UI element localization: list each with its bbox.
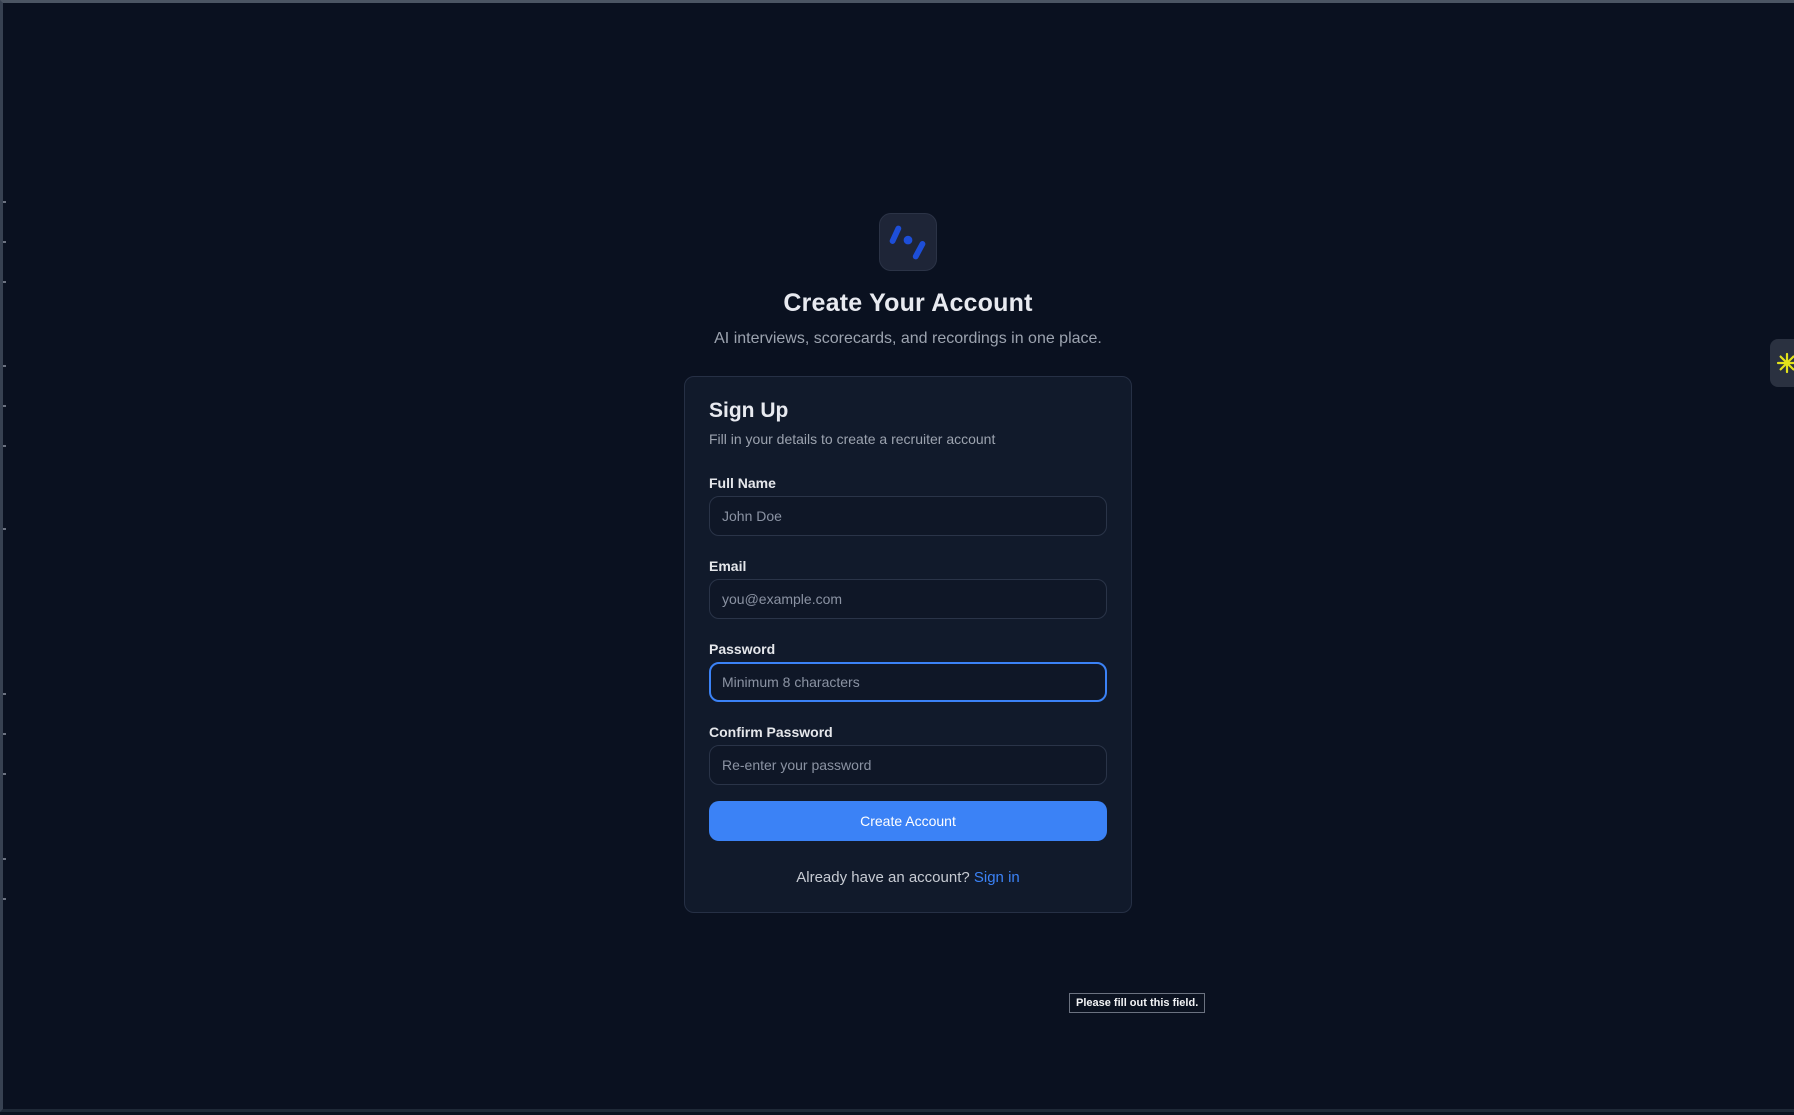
signin-link[interactable]: Sign in <box>974 869 1020 886</box>
confirm-password-group: Confirm Password <box>709 724 1107 785</box>
email-label: Email <box>709 558 747 574</box>
page-subtitle: AI interviews, scorecards, and recording… <box>714 330 1102 347</box>
email-group: Email <box>709 558 1107 619</box>
email-input[interactable] <box>709 579 1107 619</box>
full-name-group: Full Name <box>709 475 1107 536</box>
card-title: Sign Up <box>709 399 789 422</box>
signin-prompt: Already have an account? Sign in <box>709 869 1107 886</box>
card-subtitle: Fill in your details to create a recruit… <box>709 431 996 447</box>
full-name-input[interactable] <box>709 496 1107 536</box>
full-name-label: Full Name <box>709 475 776 491</box>
confirm-password-input[interactable] <box>709 745 1107 785</box>
page-title: Create Your Account <box>783 289 1033 317</box>
brand-logo-mark <box>889 225 926 260</box>
signup-page: Create Your Account AI interviews, score… <box>684 213 1132 913</box>
asterisk-icon <box>1776 352 1794 374</box>
create-account-button[interactable]: Create Account <box>709 801 1107 841</box>
password-input[interactable] <box>709 662 1107 702</box>
brand-logo-icon <box>879 213 937 271</box>
left-edge-ticks <box>3 3 7 1115</box>
validation-tooltip: Please fill out this field. <box>1069 993 1206 1013</box>
side-widget-button[interactable] <box>1770 339 1794 387</box>
signup-card: Sign Up Fill in your details to create a… <box>684 376 1132 913</box>
password-label: Password <box>709 641 776 657</box>
signin-prompt-text: Already have an account? <box>796 869 970 886</box>
confirm-password-label: Confirm Password <box>709 724 833 740</box>
browser-viewport: Create Your Account AI interviews, score… <box>0 0 1794 1112</box>
password-group: Password <box>709 641 1107 702</box>
